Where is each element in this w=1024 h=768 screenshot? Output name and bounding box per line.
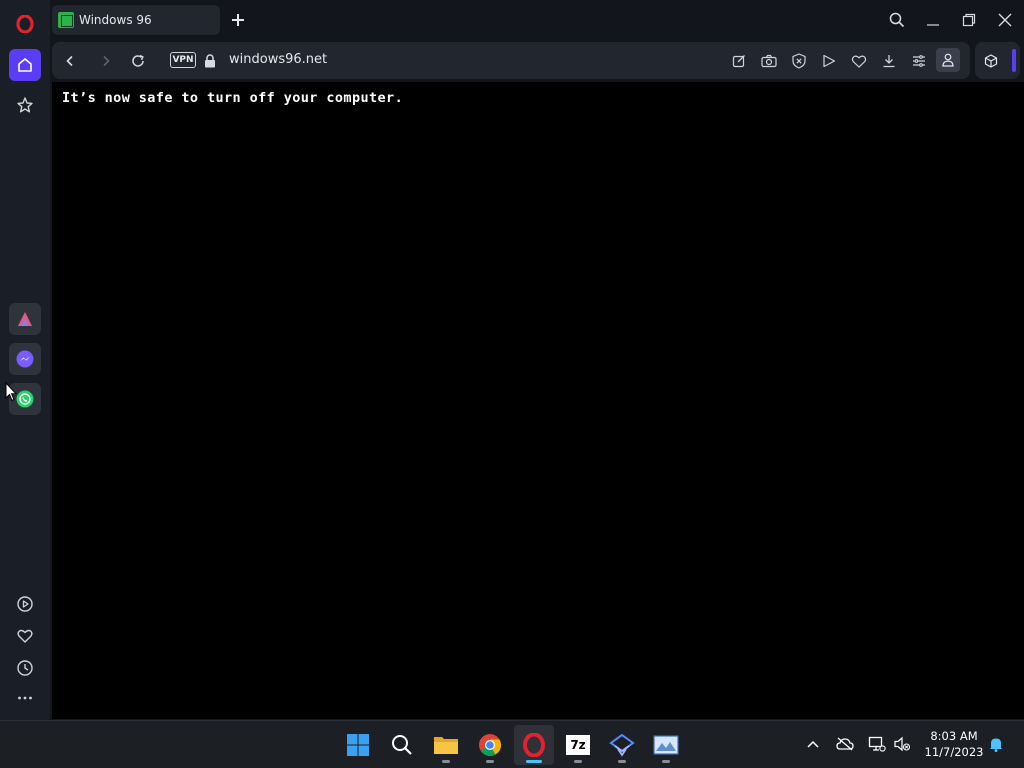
taskbar-search-button[interactable] bbox=[382, 725, 422, 765]
new-tab-plus-icon[interactable] bbox=[228, 10, 248, 30]
mouse-cursor-icon bbox=[5, 381, 18, 406]
image-viewer-icon bbox=[653, 735, 679, 755]
snapshot-camera-icon[interactable] bbox=[758, 50, 780, 72]
tab-strip: Windows 96 bbox=[50, 0, 1024, 40]
windows96-favicon-icon bbox=[58, 12, 74, 28]
speed-dial-home-icon[interactable] bbox=[9, 49, 41, 81]
address-bar: VPN windows96.net bbox=[52, 42, 970, 79]
running-indicator bbox=[574, 760, 582, 763]
restore-icon[interactable] bbox=[955, 6, 983, 34]
running-indicator bbox=[618, 760, 626, 763]
aria-ai-icon[interactable] bbox=[9, 303, 41, 335]
edit-share-icon[interactable] bbox=[728, 50, 750, 72]
lock-icon[interactable] bbox=[204, 53, 216, 72]
sidebar bbox=[0, 0, 50, 720]
close-icon[interactable] bbox=[991, 6, 1019, 34]
onedrive-icon[interactable] bbox=[834, 733, 856, 755]
sidebar-toggle-accent[interactable] bbox=[1012, 49, 1016, 72]
messenger-icon[interactable] bbox=[9, 343, 41, 375]
more-options-icon[interactable] bbox=[9, 682, 41, 714]
minimize-icon[interactable] bbox=[919, 6, 947, 34]
notification-bell-icon[interactable] bbox=[985, 733, 1007, 755]
search-icon bbox=[392, 735, 412, 755]
blue-app-button[interactable] bbox=[602, 725, 642, 765]
volume-muted-icon[interactable] bbox=[891, 733, 913, 755]
extensions-area bbox=[975, 42, 1020, 79]
easy-setup-icon[interactable] bbox=[908, 50, 930, 72]
profile-icon[interactable] bbox=[936, 48, 960, 72]
reload-icon[interactable] bbox=[127, 50, 149, 72]
clock-date: 11/7/2023 bbox=[924, 745, 984, 759]
opera-menu-icon[interactable] bbox=[9, 8, 41, 40]
url-field[interactable]: windows96.net bbox=[229, 52, 327, 67]
image-app-button[interactable] bbox=[646, 725, 686, 765]
running-indicator bbox=[662, 760, 670, 763]
player-icon[interactable] bbox=[9, 588, 41, 620]
7zip-button[interactable]: 7z bbox=[558, 725, 598, 765]
adblock-shield-icon[interactable] bbox=[788, 50, 810, 72]
pinboards-heart-icon[interactable] bbox=[9, 620, 41, 652]
running-indicator bbox=[442, 760, 450, 763]
bookmarks-star-icon[interactable] bbox=[9, 89, 41, 121]
folder-icon bbox=[434, 737, 458, 754]
browser-window: Windows 96 VPN windows96.net It’s now sa… bbox=[0, 0, 1024, 720]
search-tabs-icon[interactable] bbox=[883, 6, 911, 34]
opera-button[interactable] bbox=[514, 725, 554, 765]
7zip-icon: 7z bbox=[566, 735, 590, 755]
network-app-icon bbox=[609, 733, 635, 757]
shutdown-message: It’s now safe to turn off your computer. bbox=[62, 90, 404, 106]
back-chevron-icon[interactable] bbox=[59, 50, 81, 72]
show-hidden-icons-chevron-icon[interactable] bbox=[802, 733, 824, 755]
chrome-button[interactable] bbox=[470, 725, 510, 765]
download-icon[interactable] bbox=[878, 50, 900, 72]
clock-time: 8:03 AM bbox=[930, 729, 978, 743]
system-clock[interactable]: 8:03 AM 11/7/2023 bbox=[918, 728, 990, 760]
taskbar: 7z 8:03 AM 11/7/2023 bbox=[0, 720, 1024, 768]
network-icon[interactable] bbox=[866, 733, 888, 755]
forward-chevron-icon[interactable] bbox=[95, 50, 117, 72]
tab-title: Windows 96 bbox=[79, 13, 152, 27]
file-explorer-button[interactable] bbox=[426, 725, 466, 765]
running-indicator bbox=[486, 760, 494, 763]
chrome-icon bbox=[479, 734, 501, 756]
pinboard-heart-icon[interactable] bbox=[848, 50, 870, 72]
start-button[interactable] bbox=[338, 725, 378, 765]
page-content: It’s now safe to turn off your computer. bbox=[52, 82, 1024, 719]
vpn-badge[interactable]: VPN bbox=[170, 52, 196, 68]
tab-windows96[interactable]: Windows 96 bbox=[52, 5, 220, 35]
extensions-cube-icon[interactable] bbox=[980, 50, 1002, 72]
windows-start-icon bbox=[347, 734, 369, 756]
opera-icon bbox=[523, 733, 545, 757]
history-clock-icon[interactable] bbox=[9, 652, 41, 684]
send-flow-icon[interactable] bbox=[818, 50, 840, 72]
active-indicator bbox=[526, 760, 542, 763]
